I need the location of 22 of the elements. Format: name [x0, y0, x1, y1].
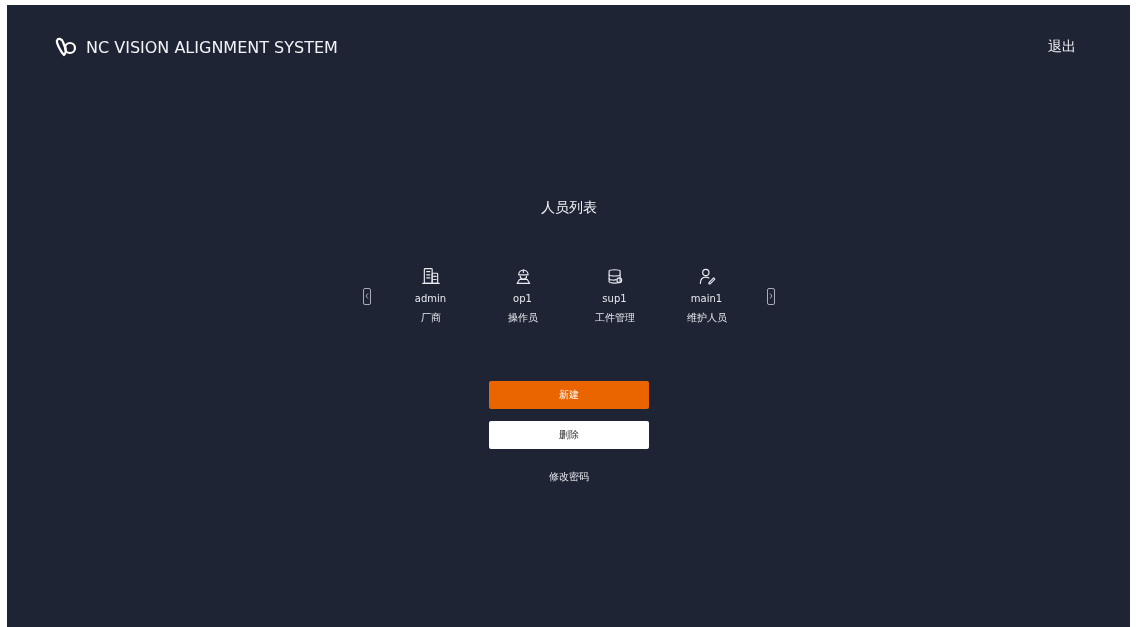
- list-title: 人员列表: [540, 199, 597, 217]
- database-icon: [605, 267, 624, 285]
- user-name[interactable]: main1: [690, 293, 723, 304]
- chevron-right-icon: [768, 293, 773, 299]
- next-button[interactable]: [766, 287, 775, 305]
- previous-button[interactable]: [362, 287, 371, 305]
- delete-button[interactable]: 删除: [488, 421, 649, 449]
- app-title: NC VISION ALIGNMENT SYSTEM: [86, 37, 338, 57]
- logout-button[interactable]: 退出: [1048, 38, 1076, 56]
- user-role: 维护人员: [686, 311, 727, 325]
- chevron-left-icon: [364, 293, 369, 299]
- logo-icon: [55, 37, 77, 57]
- user-name[interactable]: sup1: [602, 293, 627, 304]
- worker-icon: [513, 267, 532, 285]
- user-role: 工件管理: [594, 311, 635, 325]
- user-role: 操作员: [507, 311, 538, 325]
- user-name[interactable]: op1: [513, 293, 532, 304]
- user-role: 厂商: [420, 311, 441, 325]
- editor-icon: [697, 267, 716, 285]
- building-icon: [421, 267, 440, 285]
- user-name[interactable]: admin: [414, 293, 447, 304]
- change-password-link[interactable]: 修改密码: [542, 469, 595, 485]
